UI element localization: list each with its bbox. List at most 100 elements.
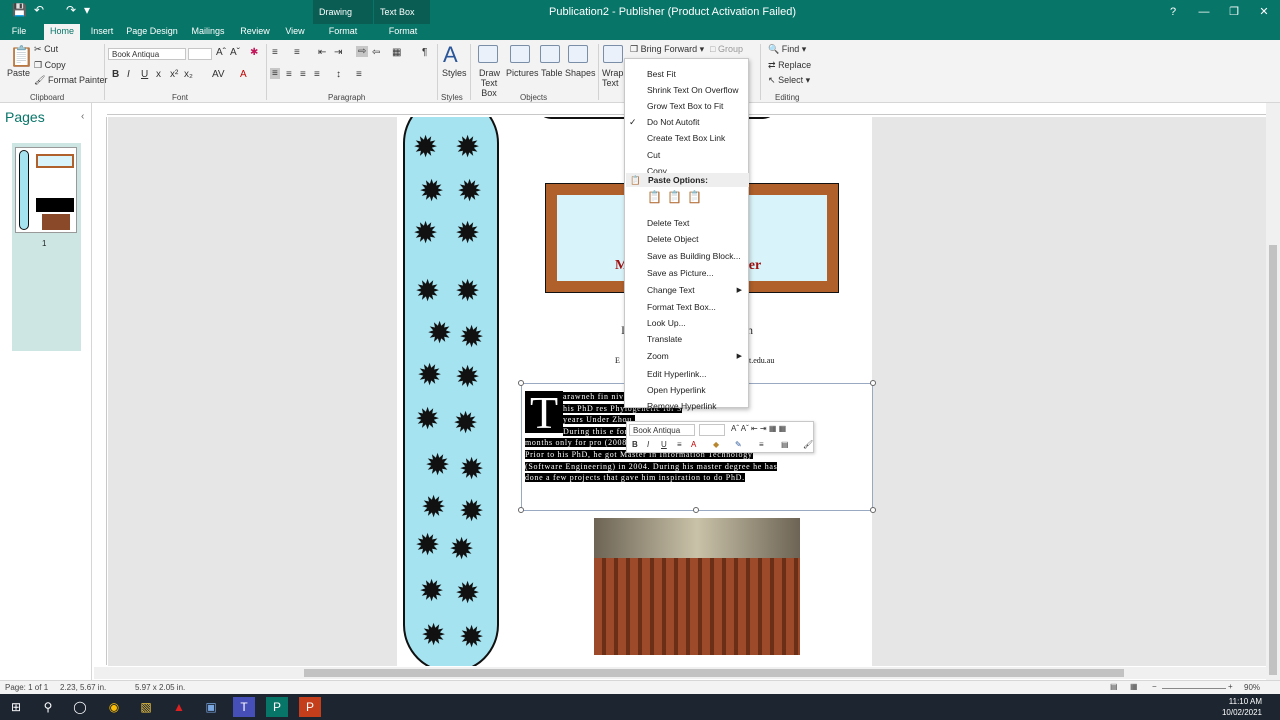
teams-icon[interactable]: T <box>233 697 255 717</box>
lecture-hall-photo[interactable] <box>594 518 800 655</box>
help-icon[interactable]: ? <box>1158 0 1188 24</box>
mini-bold-icon[interactable]: B <box>632 440 638 449</box>
clear-formatting-icon[interactable]: ✱ <box>250 47 258 58</box>
find-button[interactable]: 🔍 Find ▾ <box>768 44 806 55</box>
close-icon[interactable]: ✕ <box>1249 0 1279 24</box>
menu-item-edit-hyperlink[interactable]: Edit Hyperlink... <box>625 367 748 382</box>
mini-bullets-icon[interactable]: ≡ <box>759 440 764 449</box>
minimize-icon[interactable]: — <box>1189 0 1219 24</box>
align-center-icon[interactable]: ≡ <box>286 69 292 80</box>
tab-format-drawing[interactable]: Format <box>322 24 364 40</box>
horizontal-scroll-thumb[interactable] <box>304 669 1124 677</box>
redo-icon[interactable]: ↷ <box>66 3 76 17</box>
table-button[interactable]: Table <box>541 68 563 78</box>
menu-item-open-hyperlink[interactable]: Open Hyperlink <box>625 383 748 398</box>
draw-text-box-icon[interactable] <box>478 45 498 63</box>
search-icon[interactable]: ⚲ <box>37 697 59 717</box>
wrap-text-icon[interactable] <box>603 45 623 63</box>
italic-icon[interactable]: I <box>127 69 130 80</box>
increase-indent-icon[interactable]: ⇥ <box>334 47 342 58</box>
mini-size-field[interactable] <box>699 424 725 436</box>
tab-home[interactable]: Home <box>44 24 80 40</box>
table-icon[interactable] <box>540 45 560 63</box>
chrome-icon[interactable]: ◉ <box>103 697 125 717</box>
ltr-icon[interactable]: ⇨ <box>356 46 369 57</box>
rtl-icon[interactable]: ⇦ <box>372 47 380 58</box>
zoom-slider[interactable] <box>1162 688 1226 689</box>
shapes-icon[interactable] <box>568 45 588 63</box>
align-left-icon[interactable]: ≡ <box>270 68 280 79</box>
resize-handle[interactable] <box>693 507 699 513</box>
single-page-view-icon[interactable]: ▤ <box>1110 682 1118 691</box>
page-thumbnail[interactable]: 1 <box>12 143 81 351</box>
menu-item-save-as-building-block[interactable]: Save as Building Block... <box>625 249 748 264</box>
strikethrough-icon[interactable]: x <box>156 69 161 80</box>
mini-wrap-icon[interactable]: ▤ <box>781 440 789 449</box>
character-spacing-icon[interactable]: AV <box>212 69 225 80</box>
draw-text-box-button[interactable]: Draw Text Box <box>479 68 500 98</box>
paste-button[interactable]: Paste <box>7 68 30 78</box>
customize-quick-access-icon[interactable]: ▾ <box>84 3 90 17</box>
justify-icon[interactable]: ≡ <box>314 69 320 80</box>
menu-item-look-up[interactable]: Look Up... <box>625 316 748 331</box>
subscript-icon[interactable]: x₂ <box>184 69 193 80</box>
mini-line-color-icon[interactable]: ✎ <box>735 440 742 449</box>
resize-handle[interactable] <box>870 380 876 386</box>
mini-underline-icon[interactable]: U <box>661 440 667 449</box>
align-right-icon[interactable]: ≡ <box>300 69 306 80</box>
restore-icon[interactable]: ❐ <box>1219 0 1249 24</box>
mini-font-color-icon[interactable]: A <box>691 440 696 449</box>
tab-review[interactable]: Review <box>238 24 272 40</box>
pictures-button[interactable]: Pictures <box>506 68 539 78</box>
menu-item-format-text-box[interactable]: Format Text Box... <box>625 300 748 315</box>
menu-item-shrink-text-on-overflow[interactable]: Shrink Text On Overflow <box>625 83 748 98</box>
menu-item-zoom[interactable]: Zoom ▶ <box>625 349 748 364</box>
vertical-scrollbar[interactable] <box>1266 103 1280 680</box>
tab-page-design[interactable]: Page Design <box>126 24 178 40</box>
resize-handle[interactable] <box>518 507 524 513</box>
mini-format-painter-icon[interactable]: 🖌 <box>803 440 813 449</box>
wrap-text-button[interactable]: Wrap Text <box>602 68 623 88</box>
menu-item-delete-object[interactable]: Delete Object <box>625 232 748 247</box>
windows-start-icon[interactable]: ⊞ <box>5 697 27 717</box>
save-icon[interactable]: 💾 <box>12 3 27 17</box>
mini-italic-icon[interactable]: I <box>647 440 649 449</box>
underline-icon[interactable]: U <box>141 69 148 80</box>
collapse-pane-icon[interactable]: ‹ <box>81 111 84 122</box>
grow-font-icon[interactable]: Aˆ <box>216 47 226 58</box>
horizontal-scrollbar[interactable] <box>94 667 1266 679</box>
cut-button[interactable]: ✂ Cut <box>34 44 58 55</box>
styles-icon[interactable]: A <box>443 42 458 68</box>
paste-merge-formatting-icon[interactable]: 📋 <box>667 190 682 204</box>
menu-item-create-text-box-link[interactable]: Create Text Box Link <box>625 131 748 146</box>
resize-handle[interactable] <box>870 507 876 513</box>
mini-grow-font-icon[interactable]: Aˆ Aˇ ⇤ ⇥ ▦ ▦ <box>731 424 786 433</box>
decrease-indent-icon[interactable]: ⇤ <box>318 47 326 58</box>
mini-font-field[interactable]: Book Antiqua <box>629 424 695 436</box>
mini-fill-icon[interactable]: ◆ <box>713 440 719 449</box>
menu-item-save-as-picture[interactable]: Save as Picture... <box>625 266 748 281</box>
paste-keep-formatting-icon[interactable]: 📋 <box>647 190 662 204</box>
resize-handle[interactable] <box>518 380 524 386</box>
task-view-icon[interactable]: ◯ <box>69 697 91 717</box>
show-paragraph-marks-icon[interactable]: ¶ <box>422 47 427 58</box>
tab-insert[interactable]: Insert <box>86 24 118 40</box>
menu-item-cut[interactable]: Cut <box>625 148 748 163</box>
menu-item-change-text[interactable]: Change Text ▶ <box>625 283 748 298</box>
powerpoint-icon[interactable]: P <box>299 697 321 717</box>
shapes-button[interactable]: Shapes <box>565 68 596 78</box>
bold-icon[interactable]: B <box>112 69 119 80</box>
styles-button[interactable]: Styles <box>442 68 467 78</box>
undo-icon[interactable]: ↶ <box>34 3 44 17</box>
app-icon[interactable]: ▣ <box>200 697 222 717</box>
zoom-out-icon[interactable]: − <box>1152 682 1157 691</box>
zoom-level[interactable]: 90% <box>1244 683 1260 692</box>
menu-item-remove-hyperlink[interactable]: Remove Hyperlink <box>625 399 748 414</box>
system-clock[interactable]: 11:10 AM 10/02/2021 <box>1222 696 1262 718</box>
paste-icon[interactable]: 📋 <box>9 44 34 69</box>
tab-view[interactable]: View <box>282 24 308 40</box>
columns-icon[interactable]: ▦ <box>392 47 401 58</box>
group-button[interactable]: □ Group <box>710 44 743 54</box>
font-color-icon[interactable]: A <box>240 69 247 80</box>
menu-item-delete-text[interactable]: Delete Text <box>625 216 748 231</box>
